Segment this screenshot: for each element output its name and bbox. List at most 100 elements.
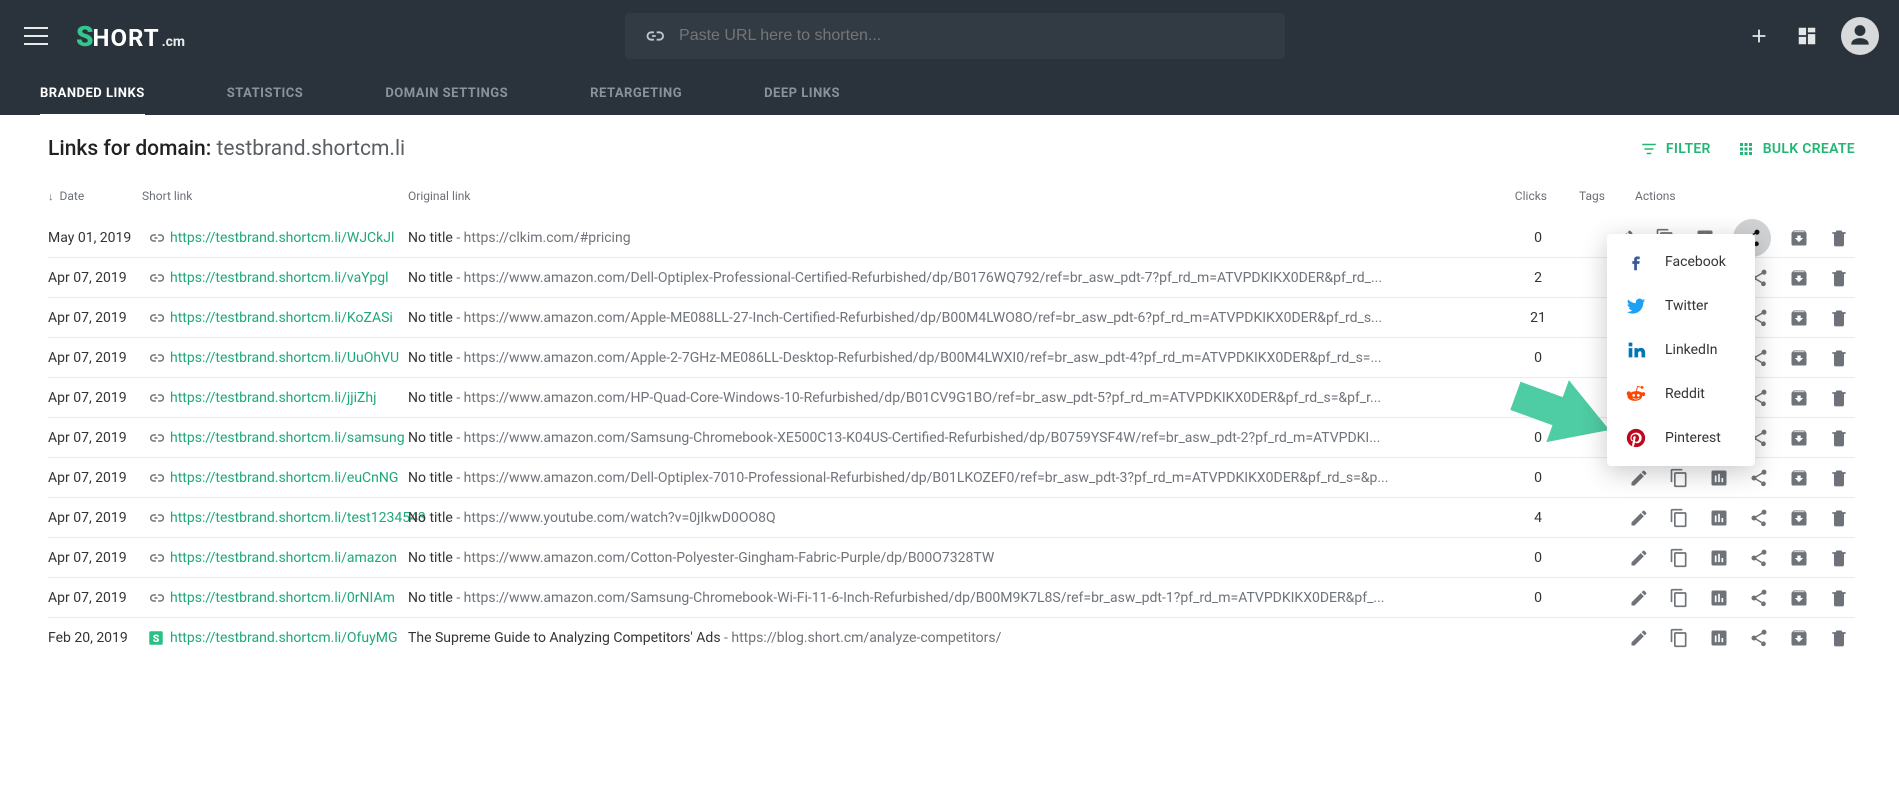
short-link[interactable]: https://testbrand.shortcm.li/UuOhVU	[170, 350, 408, 366]
row-date: Apr 07, 2019	[48, 590, 142, 606]
row-actions	[1600, 586, 1855, 610]
archive-icon[interactable]	[1787, 586, 1811, 610]
archive-icon[interactable]	[1787, 386, 1811, 410]
tab-branded-links[interactable]: BRANDED LINKS	[40, 72, 145, 116]
add-icon[interactable]	[1745, 22, 1773, 50]
share-icon[interactable]	[1747, 626, 1771, 650]
short-link[interactable]: https://testbrand.shortcm.li/test1234543	[170, 510, 408, 526]
share-pinterest[interactable]: Pinterest	[1607, 416, 1755, 460]
copy-icon[interactable]	[1667, 626, 1691, 650]
url-input-container[interactable]	[625, 13, 1285, 59]
delete-icon[interactable]	[1827, 546, 1851, 570]
short-link[interactable]: https://testbrand.shortcm.li/euCnNG	[170, 470, 408, 486]
logo[interactable]: SHORT.cm	[76, 20, 185, 53]
table-row: Apr 07, 2019 https://testbrand.shortcm.l…	[48, 458, 1855, 498]
share-menu: FacebookTwitterLinkedInRedditPinterest	[1607, 234, 1755, 466]
short-link[interactable]: https://testbrand.shortcm.li/WJCkJl	[170, 230, 408, 246]
delete-icon[interactable]	[1827, 626, 1851, 650]
clicks-count: 0	[1508, 390, 1568, 406]
user-avatar[interactable]	[1841, 17, 1879, 55]
link-icon	[142, 309, 170, 327]
col-orig: Original link	[408, 189, 1487, 203]
facebook-icon	[1625, 251, 1647, 273]
share-icon[interactable]	[1747, 466, 1771, 490]
menu-icon[interactable]	[24, 27, 48, 45]
delete-icon[interactable]	[1827, 386, 1851, 410]
delete-icon[interactable]	[1827, 426, 1851, 450]
pinterest-icon	[1625, 427, 1647, 449]
share-icon[interactable]	[1747, 586, 1771, 610]
archive-icon[interactable]	[1787, 226, 1811, 250]
stats-icon[interactable]	[1707, 506, 1731, 530]
archive-icon[interactable]	[1787, 346, 1811, 370]
original-link: No title - https://www.youtube.com/watch…	[408, 510, 1508, 526]
stats-icon[interactable]	[1707, 626, 1731, 650]
archive-icon[interactable]	[1787, 506, 1811, 530]
tab-deep-links[interactable]: DEEP LINKS	[764, 72, 840, 116]
bulk-create-button[interactable]: BULK CREATE	[1737, 140, 1855, 158]
delete-icon[interactable]	[1827, 306, 1851, 330]
short-link[interactable]: https://testbrand.shortcm.li/KoZASi	[170, 310, 408, 326]
table-row: May 01, 2019 https://testbrand.shortcm.l…	[48, 218, 1855, 258]
share-linkedin[interactable]: LinkedIn	[1607, 328, 1755, 372]
link-icon	[142, 509, 170, 527]
copy-icon[interactable]	[1667, 546, 1691, 570]
row-date: Apr 07, 2019	[48, 390, 142, 406]
original-link: The Supreme Guide to Analyzing Competito…	[408, 630, 1508, 646]
original-link: No title - https://www.amazon.com/HP-Qua…	[408, 390, 1508, 406]
share-twitter[interactable]: Twitter	[1607, 284, 1755, 328]
tab-domain-settings[interactable]: DOMAIN SETTINGS	[385, 72, 508, 116]
edit-icon[interactable]	[1627, 506, 1651, 530]
filter-button[interactable]: FILTER	[1640, 140, 1711, 158]
copy-icon[interactable]	[1667, 466, 1691, 490]
delete-icon[interactable]	[1827, 506, 1851, 530]
edit-icon[interactable]	[1627, 466, 1651, 490]
copy-icon[interactable]	[1667, 586, 1691, 610]
short-link[interactable]: https://testbrand.shortcm.li/samsung	[170, 430, 408, 446]
delete-icon[interactable]	[1827, 266, 1851, 290]
archive-icon[interactable]	[1787, 266, 1811, 290]
col-clicks: Clicks	[1487, 189, 1547, 203]
short-link[interactable]: https://testbrand.shortcm.li/0rNIAm	[170, 590, 408, 606]
col-date[interactable]: ↓Date	[48, 189, 142, 203]
url-input[interactable]	[679, 27, 1267, 45]
edit-icon[interactable]	[1627, 586, 1651, 610]
short-link[interactable]: https://testbrand.shortcm.li/amazon	[170, 550, 408, 566]
archive-icon[interactable]	[1787, 466, 1811, 490]
share-icon[interactable]	[1747, 506, 1771, 530]
short-link[interactable]: https://testbrand.shortcm.li/vaYpgl	[170, 270, 408, 286]
stats-icon[interactable]	[1707, 546, 1731, 570]
page-header: Links for domain: testbrand.shortcm.li F…	[48, 137, 1855, 161]
archive-icon[interactable]	[1787, 306, 1811, 330]
dashboard-icon[interactable]	[1793, 22, 1821, 50]
share-icon[interactable]	[1747, 546, 1771, 570]
delete-icon[interactable]	[1827, 346, 1851, 370]
delete-icon[interactable]	[1827, 226, 1851, 250]
share-reddit[interactable]: Reddit	[1607, 372, 1755, 416]
short-link[interactable]: https://testbrand.shortcm.li/OfuyMG	[170, 630, 408, 646]
edit-icon[interactable]	[1627, 546, 1651, 570]
delete-icon[interactable]	[1827, 466, 1851, 490]
row-date: Apr 07, 2019	[48, 350, 142, 366]
edit-icon[interactable]	[1627, 626, 1651, 650]
table-body: May 01, 2019 https://testbrand.shortcm.l…	[48, 218, 1855, 658]
archive-icon[interactable]	[1787, 546, 1811, 570]
archive-icon[interactable]	[1787, 626, 1811, 650]
table-row: Apr 07, 2019 https://testbrand.shortcm.l…	[48, 498, 1855, 538]
row-date: Apr 07, 2019	[48, 550, 142, 566]
short-link[interactable]: https://testbrand.shortcm.li/jjiZhj	[170, 390, 408, 406]
link-icon	[643, 25, 665, 47]
sort-desc-icon: ↓	[48, 190, 54, 203]
tab-retargeting[interactable]: RETARGETING	[590, 72, 682, 116]
tab-statistics[interactable]: STATISTICS	[227, 72, 304, 116]
stats-icon[interactable]	[1707, 586, 1731, 610]
filter-icon	[1640, 140, 1658, 158]
archive-icon[interactable]	[1787, 426, 1811, 450]
table-row: Apr 07, 2019 https://testbrand.shortcm.l…	[48, 538, 1855, 578]
delete-icon[interactable]	[1827, 586, 1851, 610]
stats-icon[interactable]	[1707, 466, 1731, 490]
table-header: ↓Date Short link Original link Clicks Ta…	[48, 179, 1855, 218]
copy-icon[interactable]	[1667, 506, 1691, 530]
table-row: Apr 07, 2019 https://testbrand.shortcm.l…	[48, 418, 1855, 458]
share-facebook[interactable]: Facebook	[1607, 240, 1755, 284]
